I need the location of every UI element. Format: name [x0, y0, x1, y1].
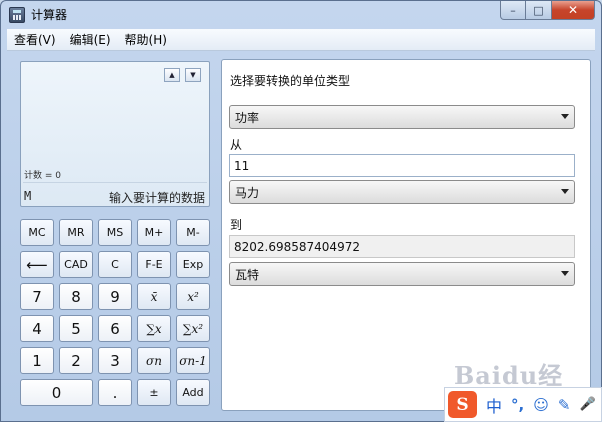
history-up-button[interactable]: ▲ [164, 68, 180, 82]
window-controls: – □ ✕ [500, 1, 595, 20]
key-sample-std-dev[interactable]: σn-1 [176, 347, 210, 374]
to-label: 到 [230, 218, 243, 232]
from-unit-value: 马力 [235, 185, 260, 200]
from-value-input[interactable]: 11 [229, 154, 575, 177]
chevron-down-icon [561, 271, 569, 276]
key-sum[interactable]: ∑x [137, 315, 171, 342]
to-value-output[interactable]: 8202.698587404972 [229, 235, 575, 258]
key-clear[interactable]: C [98, 251, 132, 278]
key-decimal[interactable]: . [98, 379, 132, 406]
emoji-icon[interactable]: ☺ [533, 396, 549, 414]
from-label: 从 [230, 138, 243, 152]
unit-type-select[interactable]: 功率 [229, 105, 575, 129]
ime-toolbar: S 中 °, ☺ ✎ 🎤 [444, 387, 602, 422]
key-add[interactable]: Add [176, 379, 210, 406]
chevron-down-icon [561, 114, 569, 119]
key-sum-squares[interactable]: ∑x² [176, 315, 210, 342]
title-bar[interactable]: 计算器 – □ ✕ [1, 1, 601, 29]
unit-type-value: 功率 [235, 110, 260, 125]
key-mc[interactable]: MC [20, 219, 54, 246]
memory-indicator: M [24, 189, 32, 203]
calculator-app-icon [9, 7, 25, 23]
key-2[interactable]: 2 [59, 347, 93, 374]
key-cad[interactable]: CAD [59, 251, 93, 278]
key-exp[interactable]: Exp [176, 251, 210, 278]
key-mean[interactable]: x̄ [137, 283, 171, 310]
key-6[interactable]: 6 [98, 315, 132, 342]
key-7[interactable]: 7 [20, 283, 54, 310]
key-5[interactable]: 5 [59, 315, 93, 342]
calculator-panel: ▲ ▼ 计数 = 0 M 输入要计算的数据 MC MR MS M+ M- ⟵ C… [13, 59, 217, 411]
key-m-plus[interactable]: M+ [137, 219, 171, 246]
count-label: 计数 = 0 [24, 171, 61, 181]
key-1[interactable]: 1 [20, 347, 54, 374]
chevron-down-icon [561, 189, 569, 194]
to-unit-select[interactable]: 瓦特 [229, 262, 575, 286]
sogou-logo-icon[interactable]: S [448, 391, 477, 418]
key-3[interactable]: 3 [98, 347, 132, 374]
ime-punctuation-toggle[interactable]: °, [511, 396, 524, 414]
key-backspace[interactable]: ⟵ [20, 251, 54, 278]
keypad: MC MR MS M+ M- ⟵ CAD C F-E Exp 7 8 9 x̄ … [20, 219, 212, 409]
key-9[interactable]: 9 [98, 283, 132, 310]
close-button[interactable]: ✕ [552, 1, 595, 20]
key-std-dev[interactable]: σn [137, 347, 171, 374]
ime-language-toggle[interactable]: 中 [486, 393, 502, 417]
from-unit-select[interactable]: 马力 [229, 180, 575, 204]
display-hint: 输入要计算的数据 [108, 191, 205, 205]
history-down-button[interactable]: ▼ [185, 68, 201, 82]
to-unit-value: 瓦特 [235, 267, 260, 282]
menu-view[interactable]: 查看(V) [7, 31, 63, 48]
microphone-icon[interactable]: 🎤 [579, 397, 595, 412]
key-0[interactable]: 0 [20, 379, 93, 406]
key-4[interactable]: 4 [20, 315, 54, 342]
window-title: 计算器 [31, 8, 68, 22]
key-negate[interactable]: ± [137, 379, 171, 406]
menu-edit[interactable]: 编辑(E) [63, 31, 118, 48]
maximize-button[interactable]: □ [526, 1, 552, 20]
calculator-display: ▲ ▼ 计数 = 0 M 输入要计算的数据 [20, 61, 210, 207]
display-divider [23, 182, 207, 183]
unit-type-heading: 选择要转换的单位类型 [230, 74, 351, 88]
key-ms[interactable]: MS [98, 219, 132, 246]
minimize-button[interactable]: – [500, 1, 526, 20]
key-mr[interactable]: MR [59, 219, 93, 246]
menu-bar: 查看(V) 编辑(E) 帮助(H) [7, 29, 595, 51]
key-m-minus[interactable]: M- [176, 219, 210, 246]
key-fe[interactable]: F-E [137, 251, 171, 278]
pen-icon[interactable]: ✎ [558, 396, 571, 414]
key-mean-square[interactable]: x² [176, 283, 210, 310]
menu-help[interactable]: 帮助(H) [118, 31, 174, 48]
key-8[interactable]: 8 [59, 283, 93, 310]
